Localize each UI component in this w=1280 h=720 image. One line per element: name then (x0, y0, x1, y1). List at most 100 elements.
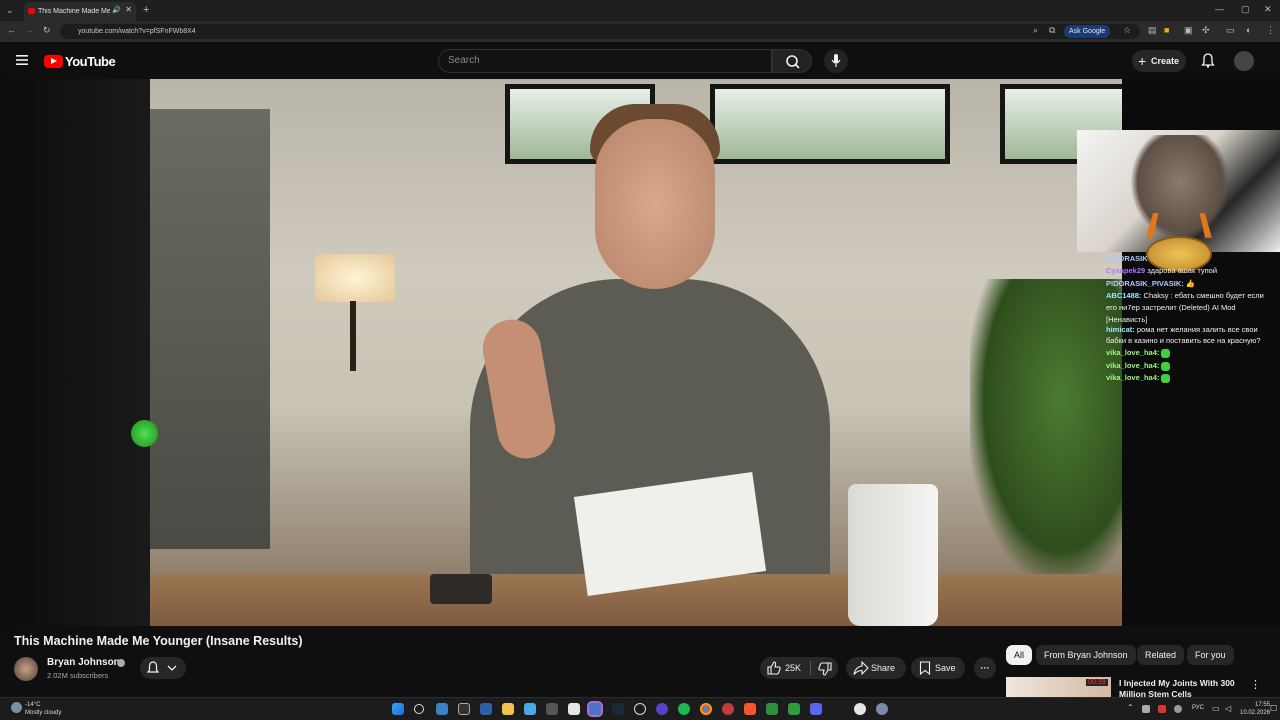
channel-avatar[interactable] (14, 657, 38, 681)
video-frame[interactable] (150, 79, 1122, 626)
notification-bell-button[interactable] (140, 657, 186, 679)
tray-icon[interactable] (1142, 705, 1150, 713)
reload-icon[interactable]: ↻ (43, 25, 51, 36)
weather-temperature: -14°C (25, 702, 41, 708)
chat-user: himicat: (1106, 325, 1135, 334)
notifications-bell-icon[interactable] (1201, 53, 1215, 68)
youtube-header: YouTube Search + Create (0, 42, 1280, 79)
channel-name[interactable]: Bryan Johnson (47, 657, 120, 668)
chip-from-bryan-johnson[interactable]: From Bryan Johnson (1036, 645, 1136, 665)
voice-search-button[interactable] (824, 49, 848, 73)
ask-google-label: Ask Google (1069, 28, 1106, 35)
emote-icon (1161, 348, 1171, 358)
chatgpt-icon[interactable] (634, 703, 646, 715)
video-phone (430, 574, 492, 604)
system-clock[interactable]: 17:55 10.02.2026 (1240, 701, 1270, 717)
chip-all[interactable]: All (1006, 645, 1033, 665)
video-person-head (595, 119, 715, 289)
settings-gear-icon[interactable] (876, 703, 888, 715)
search-input[interactable]: Search (438, 49, 772, 73)
save-button[interactable]: Save (911, 657, 965, 679)
taskbar-search-icon[interactable] (414, 704, 424, 714)
back-icon[interactable]: ← (7, 25, 16, 35)
volume-icon[interactable]: ◁ (1225, 704, 1231, 713)
speaker-icon[interactable]: 🔊 (112, 6, 121, 14)
chat-line: vika_love_ha4: (1106, 372, 1171, 385)
close-window-button[interactable]: ✕ (1264, 4, 1272, 15)
chat-message: рома нет желания залить все свои (1136, 325, 1258, 334)
search-placeholder: Search (448, 55, 480, 66)
tray-icon[interactable] (1174, 705, 1182, 713)
active-app-icon[interactable] (587, 701, 603, 717)
search-icon (786, 55, 800, 69)
weather-widget[interactable]: -14°C Mostly cloudy (25, 701, 61, 717)
minimize-button[interactable]: — (1215, 4, 1224, 14)
more-actions-button[interactable]: ··· (974, 657, 996, 679)
dislike-button[interactable] (812, 657, 838, 679)
tray-icon[interactable] (1158, 705, 1166, 713)
taskbar-app-icon[interactable] (854, 703, 866, 715)
tab-search-icon[interactable]: ⌄ (6, 5, 14, 16)
search-button[interactable] (772, 49, 812, 73)
zoom-icon[interactable]: ⌕ (1033, 25, 1038, 36)
url-text: youtube.com/watch?v=pfSFnFWb8X4 (78, 28, 196, 35)
share-button[interactable]: Share (846, 657, 906, 679)
browser-tab[interactable]: This Machine Made Me Yo 🔊 ✕ (24, 2, 136, 21)
sidepanel-icon[interactable]: ▭ (1226, 25, 1235, 36)
taskbar-app-icon[interactable] (458, 703, 470, 715)
discord-icon[interactable] (810, 703, 822, 715)
video-lamp-stand (350, 301, 356, 371)
bookmark-star-icon[interactable]: ☆ (1123, 25, 1131, 36)
steam-icon[interactable] (612, 703, 624, 715)
taskbar-app-icon[interactable] (788, 703, 800, 715)
address-bar[interactable]: youtube.com/watch?v=pfSFnFWb8X4 (60, 24, 1140, 39)
thumbs-down-icon (818, 662, 832, 676)
avatar[interactable] (1234, 51, 1254, 71)
taskbar-app-icon[interactable] (568, 703, 580, 715)
cast-icon[interactable]: ⧉ (1049, 25, 1055, 36)
spotify-icon[interactable] (678, 703, 690, 715)
chat-message: бабки в казино и поставить все на красну… (1106, 336, 1261, 345)
extensions-puzzle-icon[interactable]: ✣ (1202, 25, 1210, 36)
menu-kebab-icon[interactable]: ⋮ (1266, 25, 1275, 36)
chrome-icon[interactable] (700, 703, 712, 715)
hamburger-menu-icon[interactable] (16, 55, 28, 65)
notification-center-icon[interactable]: ☐ (1270, 704, 1277, 713)
taskbar-app-icon[interactable] (722, 703, 734, 715)
network-icon[interactable]: ▭ (1212, 704, 1220, 713)
chat-user: ABC1488: (1106, 291, 1142, 300)
chip-for-you[interactable]: For you (1187, 645, 1234, 665)
mail-icon[interactable] (524, 703, 536, 715)
brave-icon[interactable] (744, 703, 756, 715)
new-tab-button[interactable]: + (143, 4, 149, 16)
extension-icon[interactable]: ▣ (1184, 25, 1193, 36)
like-dislike-group: 25K (760, 657, 838, 679)
like-button[interactable]: 25K (760, 657, 810, 679)
chat-line: vika_love_ha4: (1106, 360, 1171, 373)
profile-icon[interactable]: ◐ (1246, 25, 1251, 35)
weather-icon[interactable] (11, 702, 22, 713)
create-button[interactable]: + Create (1132, 50, 1186, 72)
recommendation-menu-icon[interactable]: ⋮ (1250, 678, 1261, 691)
taskbar-app-icon[interactable] (546, 703, 558, 715)
task-view-icon[interactable] (436, 703, 448, 715)
taskbar-app-icon[interactable] (766, 703, 778, 715)
browser-toolbar: ← → ↻ youtube.com/watch?v=pfSFnFWb8X4 ⌕ … (0, 21, 1280, 42)
language-indicator[interactable]: РУС (1192, 705, 1204, 711)
close-tab-icon[interactable]: ✕ (125, 5, 132, 14)
extension-icon[interactable]: ■ (1164, 25, 1169, 35)
chat-user: PIDORASIK_PIVASIK: (1106, 279, 1184, 288)
chat-line: PIDORASIK (1106, 253, 1148, 266)
extension-icon[interactable]: ▤ (1148, 25, 1157, 36)
taskbar-app-icon[interactable] (656, 703, 668, 715)
ask-google-button[interactable]: Ask Google (1064, 25, 1111, 38)
tray-chevron-icon[interactable]: ⌃ (1127, 703, 1134, 712)
file-explorer-icon[interactable] (502, 703, 514, 715)
windows-start-icon[interactable] (392, 703, 404, 715)
youtube-logo[interactable]: YouTube (44, 54, 116, 69)
chip-related[interactable]: Related (1137, 645, 1185, 665)
taskbar-app-icon[interactable] (480, 703, 492, 715)
maximize-button[interactable]: ▢ (1241, 4, 1250, 15)
chat-user: PIDORASIK (1106, 254, 1148, 263)
forward-icon[interactable]: → (25, 25, 34, 35)
